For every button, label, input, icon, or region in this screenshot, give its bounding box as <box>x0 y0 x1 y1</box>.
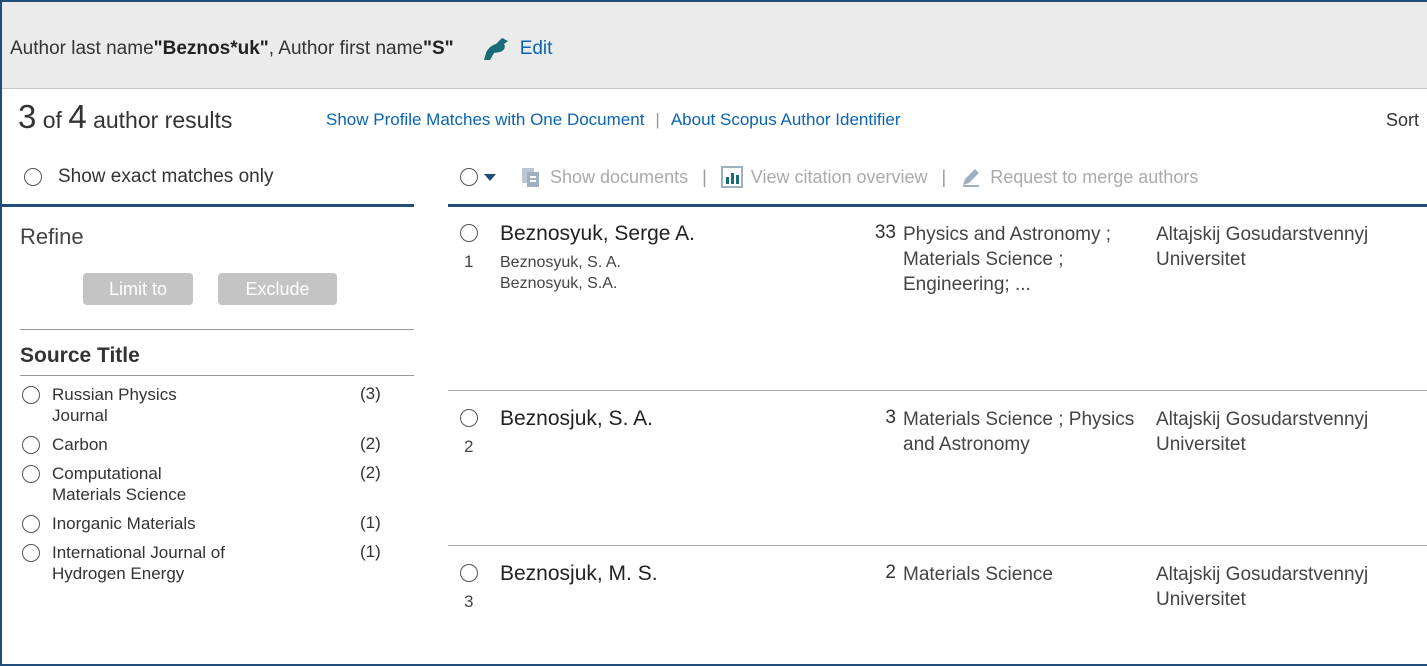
divider <box>20 375 414 376</box>
header-links: Show Profile Matches with One Document | A… <box>326 110 901 130</box>
result-number: 2 <box>464 437 474 456</box>
author-name-link[interactable]: Beznosyuk, Serge A. <box>500 222 695 246</box>
subject-area: Materials Science ; Physics and Astronom… <box>903 409 1135 455</box>
results-suffix: author results <box>86 107 233 133</box>
source-name: Carbon <box>52 435 108 454</box>
results-count: 3 of 4 author results <box>18 98 232 136</box>
search-query: Author last name "Beznos*uk" , Author fi… <box>10 36 552 62</box>
result-number: 1 <box>464 252 474 271</box>
name-variant: Beznosyuk, S.A. <box>500 275 618 292</box>
select-all-checkbox[interactable] <box>460 168 478 186</box>
query-middle: , Author first name <box>268 38 423 59</box>
query-bar: Author last name "Beznos*uk" , Author fi… <box>2 2 1427 89</box>
divider <box>20 329 414 330</box>
merge-request-icon <box>963 169 980 187</box>
result-checkbox[interactable] <box>460 564 478 582</box>
source-name: Russian Physics Journal <box>52 385 177 425</box>
exact-matches-checkbox[interactable] <box>24 168 42 186</box>
source-checkbox[interactable] <box>22 465 40 483</box>
show-profile-matches-link[interactable]: Show Profile Matches with One Document <box>326 110 644 129</box>
source-item[interactable]: International Journal of Hydrogen Energy… <box>22 542 392 584</box>
source-count: (1) <box>360 542 381 561</box>
document-count[interactable]: 3 <box>848 407 896 429</box>
result-checkbox[interactable] <box>460 224 478 242</box>
citation-overview-icon <box>720 166 743 188</box>
sort-label[interactable]: Sort <box>1386 110 1419 131</box>
source-title-list: Russian Physics Journal (3) Carbon (2) C… <box>22 384 392 592</box>
name-variant: Beznosyuk, S. A. <box>500 254 621 271</box>
document-count[interactable]: 2 <box>848 562 896 584</box>
view-citation-overview-button[interactable]: View citation overview <box>751 167 928 188</box>
source-name: Inorganic Materials <box>52 514 196 533</box>
edit-icon <box>483 38 508 60</box>
show-documents-icon <box>522 168 539 187</box>
request-merge-button[interactable]: Request to merge authors <box>990 167 1198 188</box>
toolbar-separator: | <box>941 166 947 187</box>
affiliation: Altajskij Gosudarstvennyj Universitet <box>1156 409 1369 455</box>
affiliation: Altajskij Gosudarstvennyj Universitet <box>1156 564 1369 610</box>
source-item[interactable]: Russian Physics Journal (3) <box>22 384 392 426</box>
results-toolbar: Show documents | View citation overview … <box>448 152 1427 204</box>
source-name: International Journal of Hydrogen Energy <box>52 543 225 583</box>
query-prefix: Author last name <box>10 38 154 59</box>
source-checkbox[interactable] <box>22 436 40 454</box>
divider <box>448 545 1427 546</box>
source-name: Computational Materials Science <box>52 464 187 504</box>
divider <box>448 390 1427 391</box>
subject-area: Materials Science <box>903 564 1053 585</box>
select-dropdown-icon[interactable] <box>484 173 496 181</box>
source-count: (1) <box>360 513 381 532</box>
result-number: 3 <box>464 592 474 611</box>
results-header: 3 of 4 author results Show Profile Match… <box>2 90 1427 148</box>
source-item[interactable]: Inorganic Materials (1) <box>22 513 392 534</box>
subject-area: Physics and Astronomy ; Materials Scienc… <box>903 224 1112 295</box>
name-variants: Beznosyuk, S. A. Beznosyuk, S.A. <box>500 252 621 294</box>
author-name-link[interactable]: Beznosjuk, S. A. <box>500 407 653 431</box>
about-author-identifier-link[interactable]: About Scopus Author Identifier <box>671 110 901 129</box>
document-count[interactable]: 33 <box>848 222 896 244</box>
source-title-heading: Source Title <box>20 344 140 367</box>
source-count: (2) <box>360 463 381 482</box>
source-checkbox[interactable] <box>22 515 40 533</box>
results-of: of <box>36 107 69 133</box>
edit-search-link[interactable]: Edit <box>482 36 553 62</box>
header-link-separator: | <box>655 110 660 129</box>
divider <box>448 204 1427 207</box>
limit-to-button[interactable]: Limit to <box>83 273 193 305</box>
results-total: 4 <box>68 98 87 135</box>
toolbar-separator: | <box>702 166 707 187</box>
affiliation: Altajskij Gosudarstvennyj Universitet <box>1156 224 1369 270</box>
author-name-link[interactable]: Beznosjuk, M. S. <box>500 562 658 586</box>
exact-matches-option[interactable]: Show exact matches only <box>24 166 273 188</box>
refine-title: Refine <box>20 224 84 249</box>
source-item[interactable]: Carbon (2) <box>22 434 392 455</box>
query-last-name: "Beznos*uk" <box>153 38 269 59</box>
edit-label: Edit <box>519 38 553 59</box>
show-documents-button[interactable]: Show documents <box>550 167 688 188</box>
divider <box>2 204 414 207</box>
source-count: (2) <box>360 434 381 453</box>
source-count: (3) <box>360 384 381 403</box>
source-checkbox[interactable] <box>22 544 40 562</box>
page-frame: Author last name "Beznos*uk" , Author fi… <box>0 0 1427 666</box>
exact-matches-label: Show exact matches only <box>58 166 274 187</box>
source-checkbox[interactable] <box>22 386 40 404</box>
source-item[interactable]: Computational Materials Science (2) <box>22 463 392 505</box>
query-first-name: "S" <box>422 38 454 59</box>
exclude-button[interactable]: Exclude <box>218 273 337 305</box>
results-shown: 3 <box>18 98 37 135</box>
result-checkbox[interactable] <box>460 409 478 427</box>
